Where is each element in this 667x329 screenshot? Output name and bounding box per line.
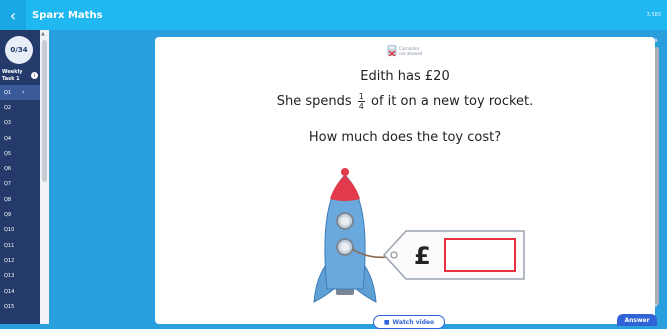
- task-name: Task 1: [2, 76, 20, 82]
- question-item[interactable]: Q2: [0, 100, 40, 115]
- watch-video-label: Watch video: [392, 318, 435, 326]
- question-item-label: Q14: [4, 288, 15, 295]
- question-item-label: Q7: [4, 181, 12, 188]
- rocket-price-tag-illustration: £: [313, 168, 525, 303]
- main-scroll-thumb[interactable]: [655, 47, 659, 305]
- calculator-status-text: not allowed: [399, 51, 423, 56]
- question-item[interactable]: Q14: [0, 284, 40, 299]
- app-title: Sparx Maths: [32, 9, 103, 21]
- question-item[interactable]: Q13: [0, 269, 40, 284]
- info-icon[interactable]: i: [31, 72, 38, 79]
- question-item[interactable]: Q15: [0, 299, 40, 314]
- answer-box[interactable]: [444, 238, 516, 272]
- sidebar-scrollbar[interactable]: ▲: [40, 30, 49, 324]
- question-line-2: She spends 1 4 of it on a new toy rocket…: [155, 92, 655, 111]
- rocket-icon: [313, 168, 389, 303]
- question-item-label: Q5: [4, 150, 12, 157]
- question-item[interactable]: Q3: [0, 116, 40, 131]
- question-item-label: Q9: [4, 212, 12, 219]
- weekly-label: Weekly: [2, 69, 23, 75]
- question-item[interactable]: Q6: [0, 161, 40, 176]
- question-line-1: Edith has £20: [360, 69, 450, 84]
- question-item[interactable]: Q4: [0, 131, 40, 146]
- question-item[interactable]: Q5: [0, 146, 40, 161]
- question-item-label: Q13: [4, 273, 15, 280]
- main-scrollbar[interactable]: ▲ ▼: [653, 37, 663, 312]
- question-item-label: Q4: [4, 135, 12, 142]
- fraction-denominator: 4: [358, 102, 364, 111]
- fraction: 1 4: [357, 92, 365, 111]
- scroll-up-icon[interactable]: ▲: [41, 31, 45, 37]
- calculator-status: Calculator not allowed: [387, 45, 422, 57]
- answer-button[interactable]: Answer: [617, 314, 657, 326]
- question-item-label: Q2: [4, 104, 12, 111]
- chevron-right-icon: ›: [22, 89, 25, 97]
- question-item-label: Q3: [4, 120, 12, 127]
- question-item[interactable]: Q8: [0, 192, 40, 207]
- question-item-label: Q15: [4, 303, 15, 310]
- question-item-label: Q6: [4, 166, 12, 173]
- question-sidebar: 0/34 Weekly Task 1 i Q1 › Q2 Q3 Q4 Q5 Q6 Q7 Q8 Q9…: [0, 30, 40, 324]
- chevron-left-icon: ‹: [9, 5, 17, 25]
- fraction-numerator: 1: [357, 92, 365, 102]
- question-item[interactable]: Q9: [0, 207, 40, 222]
- question-item-label: Q1: [4, 89, 12, 96]
- question-item-label: Q10: [4, 227, 15, 234]
- question-card: Calculator not allowed Edith has £20 She…: [155, 37, 655, 329]
- sidebar-scroll-thumb[interactable]: [42, 40, 47, 182]
- question-item[interactable]: Q10: [0, 223, 40, 238]
- question-line-2-end: of it on a new toy rocket.: [371, 94, 534, 109]
- question-item[interactable]: Q7: [0, 177, 40, 192]
- question-item-label: Q11: [4, 242, 15, 249]
- top-bar: ‹ Sparx Maths 3,583: [0, 0, 667, 30]
- task-label: Weekly Task 1: [2, 69, 22, 83]
- scroll-down-icon[interactable]: ▼: [654, 303, 658, 309]
- question-item-label: Q8: [4, 196, 12, 203]
- back-button[interactable]: ‹: [0, 0, 26, 30]
- top-right-value: 3,583: [646, 12, 661, 18]
- question-item[interactable]: Q11: [0, 238, 40, 253]
- question-list: Q1 › Q2 Q3 Q4 Q5 Q6 Q7 Q8 Q9 Q10 Q11 Q12 Q13 Q14 Q15: [0, 85, 40, 314]
- question-line-3: How much does the toy cost?: [308, 130, 502, 145]
- pound-sign: £: [414, 242, 431, 270]
- progress-badge: 0/34: [5, 36, 33, 64]
- answer-label: Answer: [624, 316, 650, 324]
- question-line-2-start: She spends: [276, 94, 352, 109]
- question-item-label: Q12: [4, 257, 15, 264]
- question-item[interactable]: Q12: [0, 253, 40, 268]
- question-item[interactable]: Q1 ›: [0, 85, 40, 101]
- calculator-not-allowed-icon: [387, 45, 397, 57]
- video-camera-icon: ■: [383, 318, 390, 326]
- scroll-up-icon[interactable]: ▲: [654, 37, 658, 43]
- watch-video-button[interactable]: ■ Watch video: [373, 315, 445, 329]
